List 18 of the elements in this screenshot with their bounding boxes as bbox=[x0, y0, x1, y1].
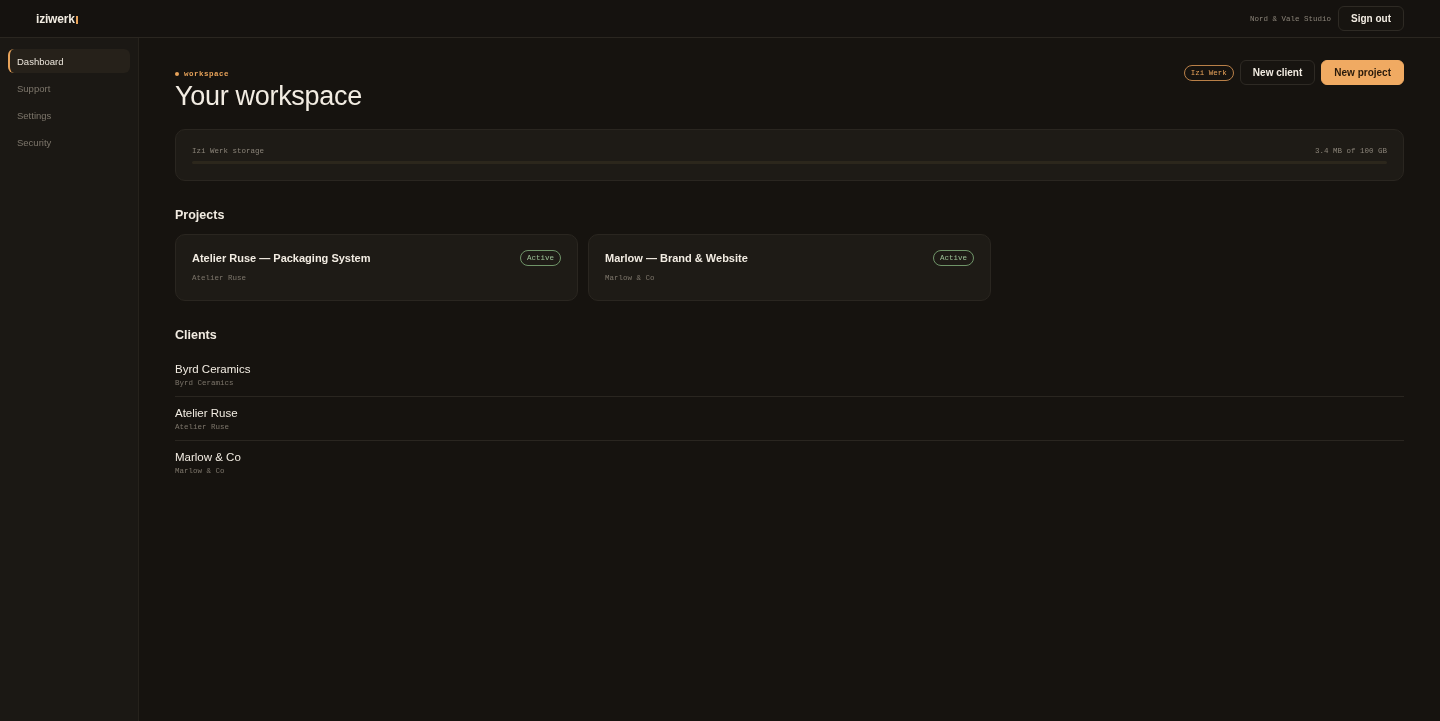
sidebar-item[interactable]: Settings bbox=[8, 103, 130, 127]
new-project-button[interactable]: New project bbox=[1321, 60, 1404, 85]
new-client-button[interactable]: New client bbox=[1239, 60, 1316, 85]
sidebar-item[interactable]: Support bbox=[8, 76, 130, 100]
project-title: Marlow — Brand & Website bbox=[605, 251, 748, 266]
page-title: Your workspace bbox=[175, 80, 362, 113]
status-dot-icon bbox=[175, 72, 179, 76]
sidebar-item[interactable]: Dashboard bbox=[8, 49, 130, 73]
logo-text: iziwerk bbox=[36, 11, 75, 26]
logo-bar-icon bbox=[75, 15, 78, 24]
section-heading: Clients bbox=[175, 327, 218, 343]
sign-out-button[interactable]: Sign out bbox=[1338, 6, 1404, 31]
project-title: Atelier Ruse — Packaging System bbox=[192, 251, 371, 266]
section-heading: Projects bbox=[175, 207, 226, 223]
client-name[interactable]: Atelier Ruse bbox=[175, 406, 1404, 421]
client-name[interactable]: Byrd Ceramics bbox=[175, 362, 1404, 377]
client-name[interactable]: Marlow & Co bbox=[175, 450, 1404, 465]
sidebar-item[interactable]: Security bbox=[8, 130, 130, 154]
